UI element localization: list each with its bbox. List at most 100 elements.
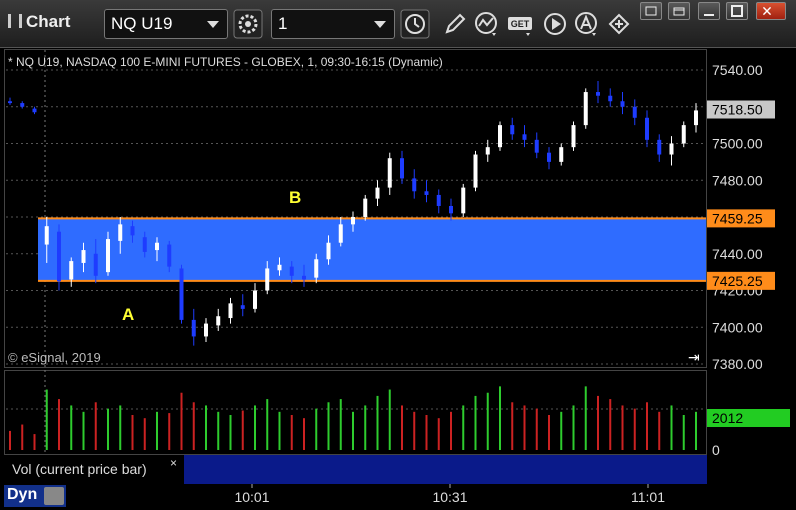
volume-bar	[376, 395, 379, 450]
candle-body	[681, 125, 686, 144]
volume-bar	[315, 408, 318, 450]
candle-body	[167, 244, 172, 267]
volume-bar	[597, 395, 599, 450]
candle-body	[142, 237, 147, 252]
volume-bar	[21, 424, 24, 450]
volume-bar	[609, 399, 612, 450]
volume-bar	[278, 411, 281, 450]
candle-body	[522, 134, 527, 140]
volume-bar	[229, 415, 232, 450]
volume-bar	[192, 402, 195, 450]
candle-body	[69, 261, 74, 280]
candle-body	[351, 217, 355, 225]
candle-body	[155, 242, 159, 251]
time-tick-label: 10:01	[234, 489, 269, 505]
volume-bar	[364, 405, 367, 450]
volume-bar	[241, 410, 244, 450]
support-zone	[38, 218, 706, 281]
candle-body	[534, 139, 539, 153]
candle-body	[81, 250, 86, 263]
volume-bar	[94, 402, 97, 450]
volume-legend-label: Vol (current price bar)	[4, 455, 184, 484]
volume-bar	[168, 413, 171, 450]
volume-bar	[682, 415, 685, 450]
price-tick-label: 7500.00	[712, 136, 763, 152]
annotation-a: A	[122, 305, 134, 324]
price-tick-label: 7380.00	[712, 356, 763, 372]
candle-body	[93, 253, 98, 276]
candle-body	[118, 224, 123, 241]
volume-bar	[670, 405, 673, 450]
close-study-icon[interactable]: ×	[170, 456, 177, 470]
price-tick-label: 7480.00	[712, 172, 763, 188]
volume-bar	[572, 405, 575, 450]
volume-bar	[401, 405, 403, 450]
candle-body	[412, 178, 417, 192]
candle-body	[106, 239, 110, 273]
volume-bar	[290, 415, 293, 450]
candle-body	[387, 158, 392, 188]
volume-bar	[217, 411, 220, 450]
candle-body	[32, 108, 37, 113]
price-tick-label: 7400.00	[712, 319, 763, 335]
candle-body	[253, 290, 257, 309]
candle-body	[669, 143, 674, 155]
candle-body	[608, 95, 613, 102]
volume-bar	[45, 389, 48, 450]
volume-bar	[339, 399, 342, 450]
candle-body	[657, 139, 662, 155]
candle-body	[620, 101, 625, 107]
scroll-to-end-icon[interactable]: ⇥	[688, 349, 700, 366]
volume-bar	[474, 395, 477, 450]
volume-bar	[33, 434, 36, 450]
candle-body	[498, 125, 502, 148]
candle-body	[596, 92, 600, 96]
candle-body	[559, 147, 564, 162]
volume-bar	[584, 386, 587, 450]
price-tick-label: 7440.00	[712, 246, 763, 262]
volume-bar	[437, 418, 440, 450]
volume-bar	[548, 415, 550, 450]
volume-bar	[646, 402, 648, 450]
volume-axis-zero: 0	[712, 442, 720, 458]
volume-bar	[450, 411, 452, 450]
candle-body	[400, 158, 404, 179]
volume-bar	[143, 418, 146, 450]
annotation-b: B	[289, 188, 301, 207]
candle-body	[179, 268, 184, 320]
candle-body	[302, 275, 306, 280]
candle-body	[449, 205, 453, 214]
copyright-text: © eSignal, 2019	[8, 350, 101, 365]
volume-bar	[695, 411, 697, 450]
candle-body	[363, 198, 368, 217]
candle-body	[44, 226, 49, 245]
volume-bar	[180, 392, 183, 450]
dyn-text: Dyn	[7, 486, 38, 503]
volume-bar	[131, 415, 134, 450]
volume-bar	[303, 418, 305, 450]
volume-bar	[621, 405, 624, 450]
candle-body	[632, 106, 637, 118]
volume-bar	[119, 405, 122, 450]
candle-body	[694, 110, 698, 126]
volume-bar	[156, 411, 158, 450]
candle-body	[326, 242, 331, 260]
candle-body	[436, 194, 441, 206]
volume-marker-label: 2012	[712, 410, 743, 426]
candle-body	[20, 103, 25, 107]
volume-bar	[58, 399, 60, 450]
volume-bar	[413, 411, 416, 450]
candle-body	[547, 152, 551, 162]
candle-body	[424, 191, 429, 195]
candle-body	[265, 268, 270, 291]
candle-body	[57, 231, 61, 282]
lock-icon[interactable]	[44, 487, 64, 505]
candle-body	[375, 187, 380, 199]
volume-bar	[82, 411, 85, 450]
volume-legend-bar: Vol (current price bar)	[4, 455, 707, 484]
volume-bar	[658, 411, 661, 450]
candle-body	[289, 266, 294, 276]
chart-canvas: 7540.007520.007500.007480.007460.007440.…	[6, 50, 790, 505]
candle-body	[216, 316, 221, 326]
candle-body	[571, 125, 576, 148]
